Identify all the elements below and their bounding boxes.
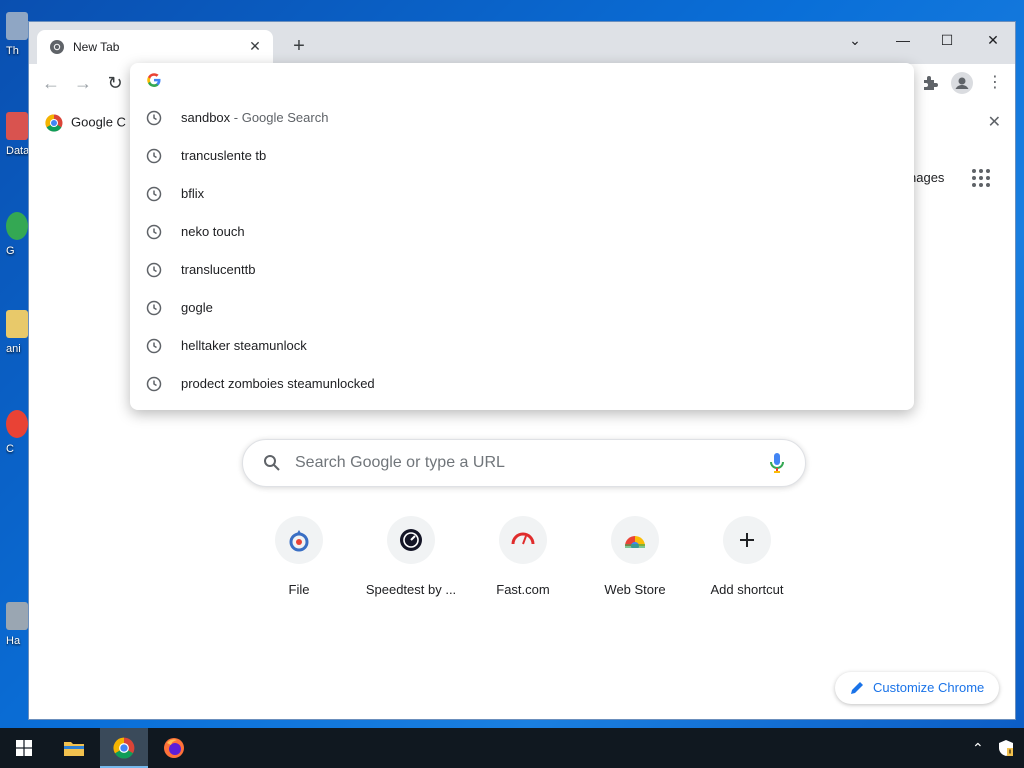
bookmark-label: Google C <box>71 114 126 130</box>
microphone-icon[interactable] <box>769 452 785 474</box>
suggestion-item[interactable]: bflix <box>130 175 914 213</box>
suggestion-suffix: - Google Search <box>230 110 329 125</box>
suggestion-text: gogle <box>181 300 213 315</box>
suggestion-item[interactable]: prodect zomboies steamunlocked <box>130 365 914 403</box>
suggestion-text: prodect zomboies steamunlocked <box>181 376 375 391</box>
search-icon <box>264 455 280 471</box>
windows-logo-icon <box>16 740 32 756</box>
suggestion-item[interactable]: sandbox - Google Search <box>130 99 914 137</box>
start-button[interactable] <box>0 728 48 768</box>
chrome-favicon-icon <box>50 40 64 54</box>
omnibox-dropdown: sandbox - Google Search trancuslente tb … <box>130 63 914 410</box>
history-clock-icon <box>146 262 162 278</box>
shortcut-web-store[interactable]: Web Store <box>579 516 691 597</box>
suggestion-text: sandbox - Google Search <box>181 110 329 125</box>
fast-com-icon <box>511 532 535 545</box>
suggestion-text: translucenttb <box>181 262 256 277</box>
tab-strip: New Tab ✕ + ⌄ — ☐ ✕ <box>29 22 1015 64</box>
suggestion-item[interactable]: translucenttb <box>130 251 914 289</box>
tab-title: New Tab <box>73 40 120 54</box>
desktop-icon-image <box>6 410 28 438</box>
close-infobar-icon[interactable]: ✕ <box>988 112 1001 132</box>
history-clock-icon <box>146 224 162 240</box>
shortcut-label: Speedtest by ... <box>365 582 457 597</box>
shortcut-label: Fast.com <box>496 582 550 597</box>
chrome-logo-icon <box>113 737 135 759</box>
shortcut-file[interactable]: File <box>243 516 355 597</box>
suggestion-item[interactable]: trancuslente tb <box>130 137 914 175</box>
shortcut-label: File <box>288 582 310 597</box>
pencil-icon <box>851 682 863 694</box>
shortcut-tile <box>611 516 659 564</box>
suggestion-item[interactable]: gogle <box>130 289 914 327</box>
file-site-icon <box>289 530 309 552</box>
suggestion-item[interactable]: neko touch <box>130 213 914 251</box>
google-g-icon <box>147 73 161 87</box>
history-clock-icon <box>146 148 162 164</box>
tab-search-button[interactable]: ⌄ <box>833 26 877 54</box>
security-shield-icon[interactable] <box>998 739 1014 757</box>
address-bar-input[interactable] <box>130 63 914 99</box>
bookmark-item[interactable]: Google C <box>45 114 126 132</box>
reload-button[interactable]: ↻ <box>101 70 129 96</box>
history-clock-icon <box>146 186 162 202</box>
shortcut-tile <box>387 516 435 564</box>
plus-icon <box>740 533 754 547</box>
desktop-icon-image <box>6 602 28 630</box>
shortcut-speedtest[interactable]: Speedtest by ... <box>355 516 467 597</box>
shortcut-tile <box>275 516 323 564</box>
taskbar-file-explorer[interactable] <box>50 728 98 768</box>
suggestion-text: helltaker steamunlock <box>181 338 307 353</box>
desktop-icon-image <box>6 310 28 338</box>
desktop-icon-image <box>6 12 28 40</box>
forward-button[interactable]: → <box>69 70 97 96</box>
shortcut-tile <box>499 516 547 564</box>
shortcut-label: Web Store <box>604 582 666 597</box>
chrome-menu-button[interactable]: ⋮ <box>981 70 1009 96</box>
close-window-button[interactable]: ✕ <box>971 26 1015 54</box>
ntp-search-box[interactable]: Search Google or type a URL <box>242 439 806 487</box>
history-clock-icon <box>146 300 162 316</box>
tab-new-tab[interactable]: New Tab ✕ <box>37 30 273 64</box>
apps-grid-icon[interactable] <box>971 168 991 188</box>
history-clock-icon <box>146 338 162 354</box>
suggestion-text: trancuslente tb <box>181 148 267 163</box>
customize-label: Customize Chrome <box>873 680 985 695</box>
new-tab-button[interactable]: + <box>287 35 311 59</box>
speedtest-icon <box>400 529 422 551</box>
tab-close-icon[interactable]: ✕ <box>245 36 265 56</box>
shortcut-label: Add shortcut <box>710 582 784 597</box>
back-button[interactable]: ← <box>37 70 65 96</box>
taskbar: ⌃ <box>0 728 1024 768</box>
folder-icon <box>64 742 84 756</box>
web-store-icon <box>625 536 645 548</box>
chrome-logo-icon <box>45 114 63 132</box>
firefox-logo-icon <box>164 738 184 758</box>
customize-chrome-button[interactable]: Customize Chrome <box>835 672 999 704</box>
suggestion-text: neko touch <box>181 224 245 239</box>
suggestion-text: bflix <box>181 186 205 201</box>
shortcut-fast[interactable]: Fast.com <box>467 516 579 597</box>
shortcut-tile <box>723 516 771 564</box>
taskbar-chrome[interactable] <box>100 728 148 768</box>
images-link[interactable]: nages <box>909 170 944 185</box>
desktop-icon-image <box>6 112 28 140</box>
minimize-button[interactable]: — <box>881 26 925 54</box>
profile-icon[interactable] <box>951 72 973 94</box>
shortcut-add[interactable]: Add shortcut <box>691 516 803 597</box>
show-hidden-icons-chevron-icon[interactable]: ⌃ <box>972 740 984 757</box>
taskbar-firefox[interactable] <box>150 728 198 768</box>
suggestion-list: sandbox - Google Search trancuslente tb … <box>130 99 914 403</box>
suggestion-item[interactable]: helltaker steamunlock <box>130 327 914 365</box>
history-clock-icon <box>146 110 162 126</box>
puzzle-icon[interactable] <box>921 74 939 92</box>
history-clock-icon <box>146 376 162 392</box>
search-placeholder: Search Google or type a URL <box>295 454 505 471</box>
maximize-button[interactable]: ☐ <box>925 26 969 54</box>
desktop-icon-image <box>6 212 28 240</box>
